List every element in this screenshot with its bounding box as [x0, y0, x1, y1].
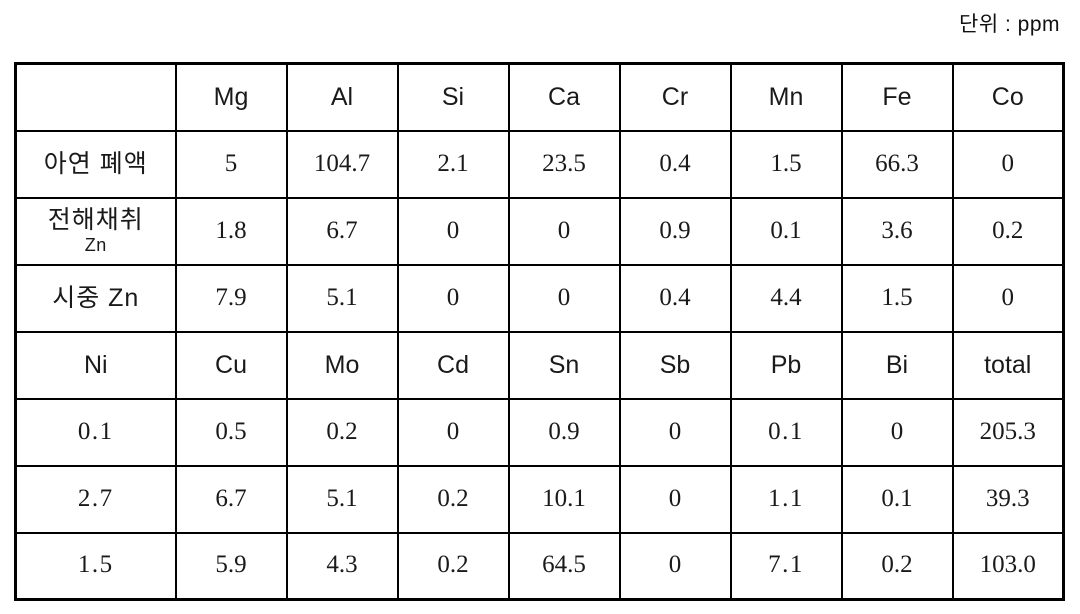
cell-electrowinning-al: 6.7	[285, 196, 399, 266]
table-row: 전해채취 Zn 1.8 6.7 0 0 0.9 0.1 3.6 0.2	[14, 196, 1065, 266]
table-header-row-2: Ni Cu Mo Cd Sn Sb Pb Bi total	[14, 330, 1065, 400]
column-header-fe: Fe	[840, 62, 954, 132]
cell-electrowinning-mo: 5.1	[285, 464, 399, 534]
cell-zinc-waste-co: 0	[951, 129, 1065, 199]
cell-electrowinning-sb: 0	[618, 464, 732, 534]
cell-zinc-waste-pb: 0.1	[729, 397, 843, 467]
column-header-si: Si	[396, 62, 510, 132]
column-header-sb: Sb	[618, 330, 732, 400]
composition-table-wrapper: Mg Al Si Ca Cr Mn Fe Co 아연 폐액 5 104.7 2.…	[14, 62, 1065, 601]
cell-electrowinning-cr: 0.9	[618, 196, 732, 266]
column-header-mg: Mg	[174, 62, 288, 132]
table-header-row-1: Mg Al Si Ca Cr Mn Fe Co	[14, 62, 1065, 132]
cell-electrowinning-bi: 0.1	[840, 464, 954, 534]
cell-commercial-ni: 1.5	[14, 531, 177, 601]
cell-commercial-sn: 64.5	[507, 531, 621, 601]
cell-commercial-co: 0	[951, 263, 1065, 333]
cell-electrowinning-pb: 1.1	[729, 464, 843, 534]
unit-note: 단위 : ppm	[959, 13, 1060, 36]
column-header-mn: Mn	[729, 62, 843, 132]
cell-electrowinning-si: 0	[396, 196, 510, 266]
cell-zinc-waste-si: 2.1	[396, 129, 510, 199]
cell-zinc-waste-cu: 0.5	[174, 397, 288, 467]
cell-commercial-fe: 1.5	[840, 263, 954, 333]
table-row: 0.1 0.5 0.2 0 0.9 0 0.1 0 205.3	[14, 397, 1065, 467]
cell-electrowinning-sn: 10.1	[507, 464, 621, 534]
cell-zinc-waste-ca: 23.5	[507, 129, 621, 199]
page-root: 단위 : ppm Mg Al Si Ca Cr Mn Fe Co 아연 폐액 5…	[0, 0, 1080, 614]
cell-zinc-waste-cd: 0	[396, 397, 510, 467]
cell-electrowinning-cd: 0.2	[396, 464, 510, 534]
column-header-pb: Pb	[729, 330, 843, 400]
column-header-bi: Bi	[840, 330, 954, 400]
cell-commercial-al: 5.1	[285, 263, 399, 333]
cell-commercial-mn: 4.4	[729, 263, 843, 333]
cell-zinc-waste-fe: 66.3	[840, 129, 954, 199]
row-label-electrowinning-zn: 전해채취 Zn	[14, 196, 177, 266]
cell-electrowinning-total: 39.3	[951, 464, 1065, 534]
cell-zinc-waste-mn: 1.5	[729, 129, 843, 199]
cell-commercial-ca: 0	[507, 263, 621, 333]
cell-zinc-waste-cr: 0.4	[618, 129, 732, 199]
cell-electrowinning-cu: 6.7	[174, 464, 288, 534]
cell-electrowinning-co: 0.2	[951, 196, 1065, 266]
cell-commercial-cu: 5.9	[174, 531, 288, 601]
cell-zinc-waste-mg: 5	[174, 129, 288, 199]
table-row: 시중 Zn 7.9 5.1 0 0 0.4 4.4 1.5 0	[14, 263, 1065, 333]
cell-zinc-waste-mo: 0.2	[285, 397, 399, 467]
column-header-sn: Sn	[507, 330, 621, 400]
column-header-mo: Mo	[285, 330, 399, 400]
column-header-co: Co	[951, 62, 1065, 132]
column-header-cd: Cd	[396, 330, 510, 400]
column-header-al: Al	[285, 62, 399, 132]
column-header-ca: Ca	[507, 62, 621, 132]
cell-zinc-waste-total: 205.3	[951, 397, 1065, 467]
cell-electrowinning-ca: 0	[507, 196, 621, 266]
column-header-cu: Cu	[174, 330, 288, 400]
cell-zinc-waste-bi: 0	[840, 397, 954, 467]
table-row: 1.5 5.9 4.3 0.2 64.5 0 7.1 0.2 103.0	[14, 531, 1065, 601]
composition-table: Mg Al Si Ca Cr Mn Fe Co 아연 폐액 5 104.7 2.…	[14, 62, 1065, 601]
cell-electrowinning-fe: 3.6	[840, 196, 954, 266]
row-label-zinc-waste: 아연 폐액	[14, 129, 177, 199]
cell-commercial-cd: 0.2	[396, 531, 510, 601]
cell-zinc-waste-al: 104.7	[285, 129, 399, 199]
cell-electrowinning-mg: 1.8	[174, 196, 288, 266]
cell-zinc-waste-sn: 0.9	[507, 397, 621, 467]
cell-zinc-waste-sb: 0	[618, 397, 732, 467]
cell-zinc-waste-ni: 0.1	[14, 397, 177, 467]
row-label-line2: Zn	[84, 235, 107, 256]
cell-commercial-total: 103.0	[951, 531, 1065, 601]
cell-commercial-sb: 0	[618, 531, 732, 601]
column-header-total: total	[951, 330, 1065, 400]
cell-electrowinning-mn: 0.1	[729, 196, 843, 266]
table-row: 아연 폐액 5 104.7 2.1 23.5 0.4 1.5 66.3 0	[14, 129, 1065, 199]
cell-commercial-pb: 7.1	[729, 531, 843, 601]
cell-commercial-cr: 0.4	[618, 263, 732, 333]
cell-commercial-mo: 4.3	[285, 531, 399, 601]
cell-electrowinning-ni: 2.7	[14, 464, 177, 534]
cell-commercial-bi: 0.2	[840, 531, 954, 601]
cell-commercial-si: 0	[396, 263, 510, 333]
table-row: 2.7 6.7 5.1 0.2 10.1 0 1.1 0.1 39.3	[14, 464, 1065, 534]
cell-commercial-mg: 7.9	[174, 263, 288, 333]
row-label-commercial-zn: 시중 Zn	[14, 263, 177, 333]
column-header-ni: Ni	[14, 330, 177, 400]
header-corner-cell	[14, 62, 177, 132]
row-label-line1: 전해채취	[47, 206, 144, 235]
column-header-cr: Cr	[618, 62, 732, 132]
